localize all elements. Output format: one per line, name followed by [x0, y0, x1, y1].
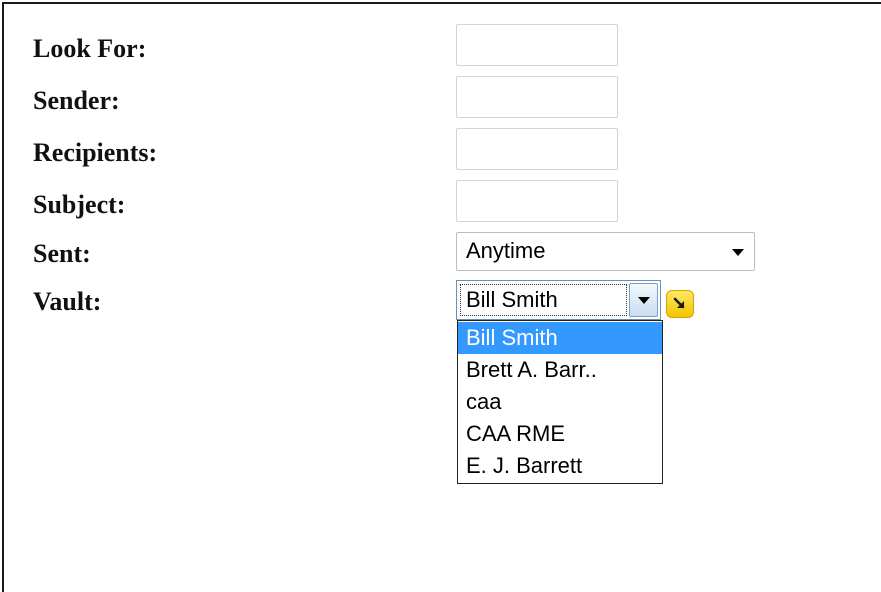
vault-option-caa-rme[interactable]: CAA RME — [458, 418, 662, 450]
chevron-down-icon — [732, 249, 744, 256]
vault-option-caa[interactable]: caa — [458, 386, 662, 418]
sent-selected-value: Anytime — [466, 238, 546, 263]
vault-dropdown-list: Bill Smith Brett A. Barr.. caa CAA RME E… — [457, 320, 663, 484]
sender-input[interactable] — [456, 76, 618, 118]
subject-input[interactable] — [456, 180, 618, 222]
sender-label: Sender: — [33, 86, 120, 115]
chevron-down-icon — [638, 297, 650, 304]
vault-option-brett-a-barr[interactable]: Brett A. Barr.. — [458, 354, 662, 386]
look-for-input[interactable] — [456, 24, 618, 66]
subject-label: Subject: — [33, 190, 126, 219]
vault-option-bill-smith[interactable]: Bill Smith — [458, 322, 662, 354]
look-for-label: Look For: — [33, 34, 147, 63]
vault-dropdown-button[interactable] — [629, 283, 658, 317]
vault-selected-value: Bill Smith — [466, 287, 558, 312]
sent-label: Sent: — [33, 239, 91, 268]
sent-select[interactable]: Anytime — [456, 232, 755, 271]
vault-label: Vault: — [33, 287, 102, 316]
vault-option-e-j-barrett[interactable]: E. J. Barrett — [458, 450, 662, 482]
recipients-input[interactable] — [456, 128, 618, 170]
arrow-down-right-glyph — [673, 297, 685, 309]
arrow-down-right-icon[interactable] — [666, 290, 694, 318]
vault-select[interactable]: Bill Smith — [456, 280, 661, 320]
recipients-label: Recipients: — [33, 138, 158, 167]
panel-frame — [2, 2, 881, 592]
